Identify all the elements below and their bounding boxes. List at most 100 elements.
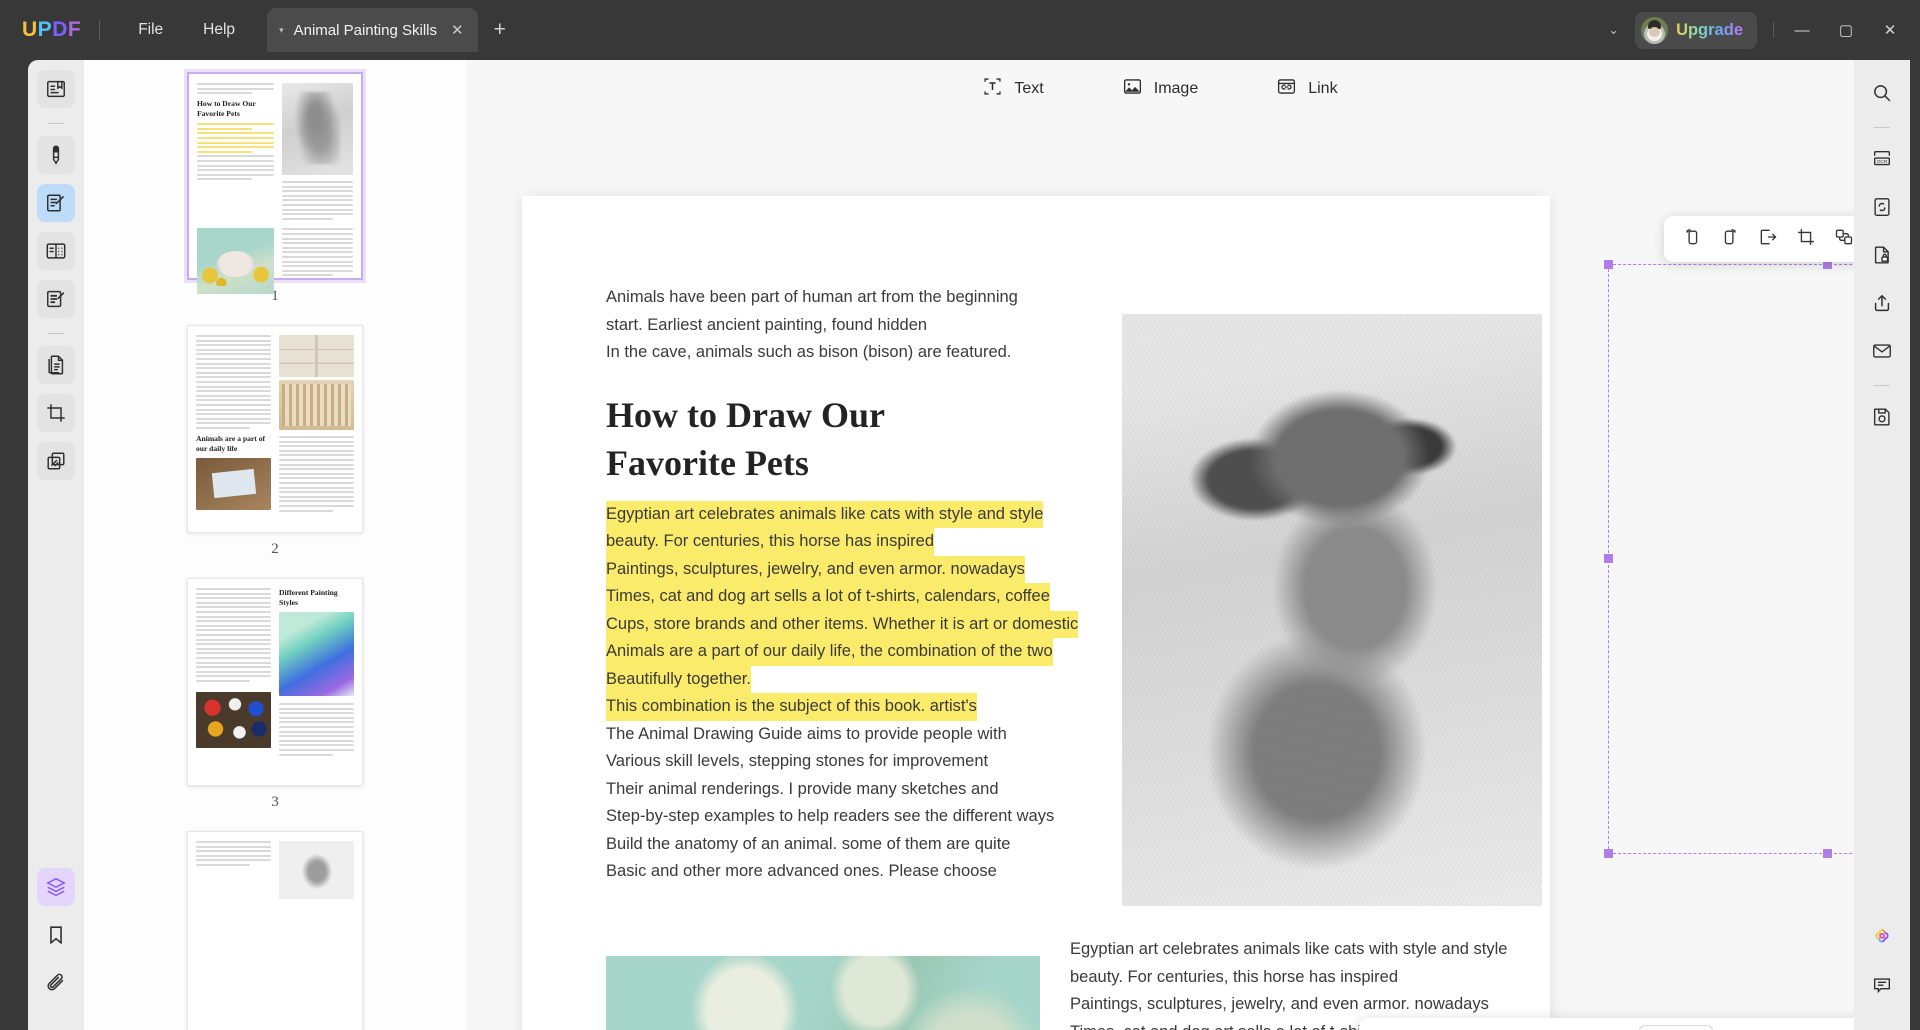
upgrade-label: Upgrade: [1676, 20, 1743, 39]
thumb-title-3: Different Painting Styles: [279, 588, 338, 608]
rotate-right-icon: [1720, 227, 1740, 252]
thumbnail-item[interactable]: How to Draw Our Favorite Pets 1: [84, 72, 466, 325]
search-tool[interactable]: [1863, 74, 1901, 112]
edit-toolbar: Text Image Link: [466, 60, 1854, 118]
previous-page-button[interactable]: [1591, 1025, 1625, 1030]
add-text-button[interactable]: Text: [970, 69, 1055, 109]
minimize-button[interactable]: —: [1780, 11, 1824, 49]
document-tab[interactable]: ▾ Animal Painting Skills ✕: [267, 8, 478, 52]
protect-tool[interactable]: [1863, 236, 1901, 274]
new-tab-button[interactable]: +: [494, 18, 506, 42]
last-page-button[interactable]: [1765, 1025, 1799, 1030]
rotate-left-button[interactable]: [1675, 222, 1709, 256]
thumb-image-dog4: [279, 841, 354, 899]
thumb-image-craft: [196, 457, 271, 510]
thumbnail-number-2: 2: [271, 541, 279, 557]
tab-dropdown-icon[interactable]: ▾: [279, 25, 284, 35]
body-block: The Animal Drawing Guide aims to provide…: [606, 721, 1055, 886]
sidebar-comment[interactable]: [37, 232, 75, 270]
rotate-right-button[interactable]: [1713, 222, 1747, 256]
body-line: Basic and other more advanced ones. Plea…: [606, 862, 997, 880]
link-icon: [1276, 76, 1297, 102]
sidebar-batch[interactable]: [37, 442, 75, 480]
chevron-down-icon[interactable]: ⌄: [1592, 14, 1635, 46]
thumbnail-page-1[interactable]: How to Draw Our Favorite Pets: [187, 72, 363, 295]
page-number-input[interactable]: 1 / 9: [1639, 1025, 1713, 1030]
add-image-button[interactable]: Image: [1110, 69, 1210, 109]
resize-handle-top-left[interactable]: [1604, 260, 1613, 269]
maximize-button[interactable]: ▢: [1824, 11, 1868, 49]
thumbnail-item[interactable]: Animals are a part of our daily life 2: [84, 325, 466, 578]
sidebar-reader[interactable]: [37, 70, 75, 108]
resize-handle-bottom-left[interactable]: [1604, 849, 1613, 858]
add-text-label: Text: [1014, 80, 1044, 97]
share-tool[interactable]: [1863, 284, 1901, 322]
right-divider-1: [1874, 127, 1890, 128]
thumb-image-brushes: [279, 380, 354, 430]
window-buttons-divider: [1773, 22, 1774, 38]
updf-window: U P D F File Help ▾ Animal Painting Skil…: [0, 0, 1920, 1030]
highlight-line: Paintings, sculptures, jewelry, and even…: [606, 555, 1025, 583]
document-page[interactable]: Animals have been part of human art from…: [522, 196, 1550, 1030]
thumbnail-page-3[interactable]: Different Painting Styles: [187, 578, 363, 786]
sidebar-page-edit[interactable]: [37, 346, 75, 384]
right-line: Egyptian art celebrates animals like cat…: [1070, 940, 1508, 958]
resize-handle-middle-left[interactable]: [1604, 554, 1613, 563]
flower-plate-image[interactable]: [606, 956, 1040, 1030]
right-line: Paintings, sculptures, jewelry, and even…: [1070, 995, 1489, 1013]
thumbnail-page-4[interactable]: [187, 831, 363, 1030]
save-tool[interactable]: [1863, 398, 1901, 436]
thumbnail-panel[interactable]: How to Draw Our Favorite Pets 1 Animals …: [84, 60, 466, 1030]
sidebar-crop[interactable]: [37, 394, 75, 432]
body-line: Their animal renderings. I provide many …: [606, 779, 999, 798]
email-tool[interactable]: [1863, 332, 1901, 370]
menu-help[interactable]: Help: [183, 14, 255, 46]
text-box-icon: [982, 76, 1003, 102]
thumbnail-item[interactable]: [84, 831, 466, 1030]
next-page-button[interactable]: [1727, 1025, 1761, 1030]
upgrade-button[interactable]: Upgrade: [1635, 11, 1757, 49]
dog-sketch-image[interactable]: [1122, 314, 1542, 906]
zoom-page-toolbar[interactable]: 156% ▾: [1359, 1018, 1870, 1030]
close-toolbar-button[interactable]: [1824, 1025, 1858, 1030]
sidebar-edit-pdf[interactable]: [37, 184, 75, 222]
sidebar-divider-2: [48, 333, 64, 334]
thumbnail-item[interactable]: Different Painting Styles 3: [84, 578, 466, 831]
close-button[interactable]: ✕: [1868, 11, 1912, 49]
highlight-line: Animals are a part of our daily life, th…: [606, 638, 1053, 666]
left-text-column[interactable]: Animals have been part of human art from…: [606, 284, 1079, 886]
sidebar-attachments[interactable]: [37, 964, 75, 1002]
tab-close-icon[interactable]: ✕: [451, 21, 464, 39]
titlebar-right: ⌄ Upgrade — ▢ ✕: [1592, 11, 1920, 49]
sidebar-highlight[interactable]: [37, 136, 75, 174]
sidebar-layers[interactable]: [37, 868, 75, 906]
zoom-in-button[interactable]: [1494, 1025, 1528, 1030]
crop-image-button[interactable]: [1789, 222, 1823, 256]
ai-assistant[interactable]: [1863, 918, 1901, 956]
highlight-line: Egyptian art celebrates animals like cat…: [606, 500, 1044, 528]
thumb-image-watercolor: [279, 612, 354, 697]
thumb-image-paintcans: [196, 692, 271, 749]
sidebar-bookmarks[interactable]: [37, 916, 75, 954]
intro-line: Animals have been part of human art from…: [606, 288, 1018, 306]
right-text-column[interactable]: Egyptian art celebrates animals like cat…: [1070, 936, 1540, 1030]
convert-tool[interactable]: [1863, 188, 1901, 226]
first-page-button[interactable]: [1553, 1025, 1587, 1030]
feedback-tool[interactable]: [1863, 966, 1901, 1004]
sidebar-form[interactable]: [37, 280, 75, 318]
resize-handle-bottom-center[interactable]: [1823, 849, 1832, 858]
svg-text:OCR: OCR: [1877, 159, 1888, 165]
body-line: Step-by-step examples to help readers se…: [606, 807, 1055, 825]
heading-line-1: How to Draw Our: [606, 394, 885, 435]
highlight-line: beauty. For centuries, this horse has in…: [606, 528, 935, 556]
thumb-image-palette: [279, 335, 354, 377]
ocr-tool[interactable]: OCR: [1863, 140, 1901, 178]
add-link-button[interactable]: Link: [1264, 69, 1349, 109]
thumbnail-page-2[interactable]: Animals are a part of our daily life: [187, 325, 363, 533]
extract-image-button[interactable]: [1751, 222, 1785, 256]
menu-file[interactable]: File: [118, 14, 183, 46]
tab-title: Animal Painting Skills: [293, 21, 437, 39]
highlight-line: Beautifully together.: [606, 665, 751, 693]
zoom-out-button[interactable]: [1371, 1025, 1405, 1030]
main-area: Text Image Link Animals have been part o…: [466, 60, 1920, 1030]
